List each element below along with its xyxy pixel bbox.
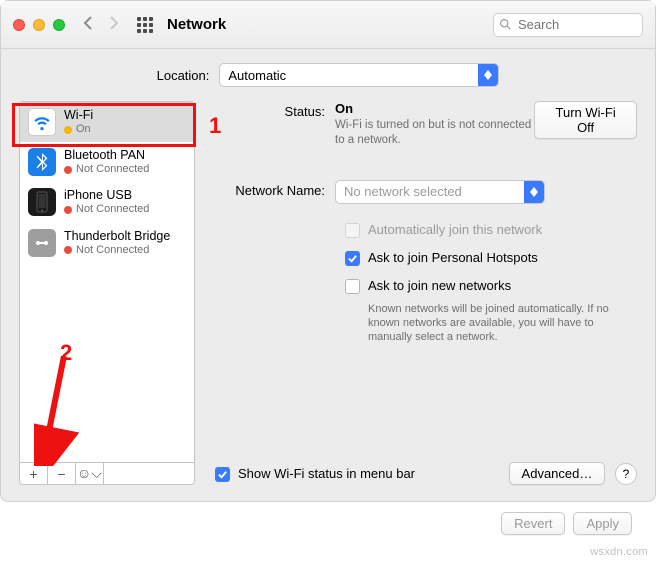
chevron-updown-icon (524, 181, 544, 203)
ask-new-networks-label: Ask to join new networks (368, 278, 511, 293)
service-status: Not Connected (76, 244, 149, 257)
search-input[interactable] (493, 13, 643, 37)
service-status: On (76, 123, 91, 136)
service-item-thunderbolt[interactable]: Thunderbolt Bridge Not Connected (20, 223, 194, 263)
apply-button[interactable]: Apply (573, 512, 632, 535)
wifi-toggle-button[interactable]: Turn Wi-Fi Off (534, 101, 637, 139)
minimize-button[interactable] (33, 19, 45, 31)
personal-hotspots-label: Ask to join Personal Hotspots (368, 250, 538, 265)
remove-service-button[interactable]: − (48, 463, 76, 484)
personal-hotspots-checkbox[interactable] (345, 251, 360, 266)
preferences-window: Network Location: Automatic (0, 0, 656, 502)
show-menubar-label: Show Wi-Fi status in menu bar (238, 466, 415, 481)
service-name: iPhone USB (64, 188, 149, 203)
status-value: On (335, 101, 534, 116)
footer-buttons: Revert Apply (0, 502, 656, 535)
ask-new-networks-description: Known networks will be joined automatica… (368, 302, 618, 345)
thunderbolt-icon (28, 229, 56, 257)
auto-join-label: Automatically join this network (368, 222, 542, 237)
ask-new-networks-checkbox[interactable] (345, 279, 360, 294)
watermark: wsxdn.com (590, 546, 648, 558)
window-title: Network (167, 16, 226, 33)
close-button[interactable] (13, 19, 25, 31)
location-value: Automatic (228, 68, 286, 83)
status-dot-icon (64, 126, 72, 134)
chevron-updown-icon (478, 64, 498, 86)
traffic-lights (13, 19, 65, 31)
service-menu-button[interactable]: ☺︎⌵ (76, 463, 104, 484)
service-name: Bluetooth PAN (64, 148, 149, 163)
wifi-icon (28, 108, 56, 136)
revert-button[interactable]: Revert (501, 512, 565, 535)
network-name-select[interactable]: No network selected (335, 180, 545, 204)
sidebar-tools: + − ☺︎⌵ (20, 462, 194, 484)
service-list: Wi-Fi On Bluetooth PAN Not Connected (20, 102, 194, 462)
annotation-number-2: 2 (60, 340, 72, 366)
auto-join-checkbox (345, 223, 360, 238)
service-item-bluetooth[interactable]: Bluetooth PAN Not Connected (20, 142, 194, 182)
zoom-button[interactable] (53, 19, 65, 31)
forward-button[interactable] (109, 16, 119, 33)
status-dot-icon (64, 246, 72, 254)
service-item-iphone-usb[interactable]: iPhone USB Not Connected (20, 182, 194, 222)
status-label: Status: (215, 101, 335, 148)
iphone-icon (28, 188, 56, 216)
add-service-button[interactable]: + (20, 463, 48, 484)
service-status: Not Connected (76, 203, 149, 216)
advanced-button[interactable]: Advanced… (509, 462, 606, 485)
location-row: Location: Automatic (19, 63, 637, 87)
service-status: Not Connected (76, 163, 149, 176)
show-all-button[interactable] (137, 17, 153, 33)
main-row: Wi-Fi On Bluetooth PAN Not Connected (19, 101, 637, 485)
service-sidebar: Wi-Fi On Bluetooth PAN Not Connected (19, 101, 195, 485)
location-select[interactable]: Automatic (219, 63, 499, 87)
annotation-number-1: 1 (209, 113, 221, 139)
service-name: Wi-Fi (64, 108, 93, 123)
search-field-container (493, 13, 643, 37)
bluetooth-icon (28, 148, 56, 176)
network-name-value: No network selected (344, 184, 462, 199)
location-label: Location: (157, 68, 210, 83)
show-menubar-checkbox[interactable] (215, 467, 230, 482)
details-pane: Status: On Wi-Fi is turned on but is not… (195, 101, 637, 485)
back-button[interactable] (83, 16, 93, 33)
titlebar: Network (1, 1, 655, 49)
sidebar-tools-spacer (104, 463, 194, 484)
status-description: Wi-Fi is turned on but is not connected … (335, 118, 534, 148)
content-area: Location: Automatic Wi-Fi On (1, 49, 655, 501)
help-button[interactable]: ? (615, 463, 637, 485)
service-item-wifi[interactable]: Wi-Fi On (20, 102, 194, 142)
service-name: Thunderbolt Bridge (64, 229, 170, 244)
nav-buttons (83, 16, 119, 33)
status-dot-icon (64, 166, 72, 174)
status-dot-icon (64, 206, 72, 214)
network-name-label: Network Name: (215, 180, 335, 204)
search-icon (499, 18, 512, 31)
